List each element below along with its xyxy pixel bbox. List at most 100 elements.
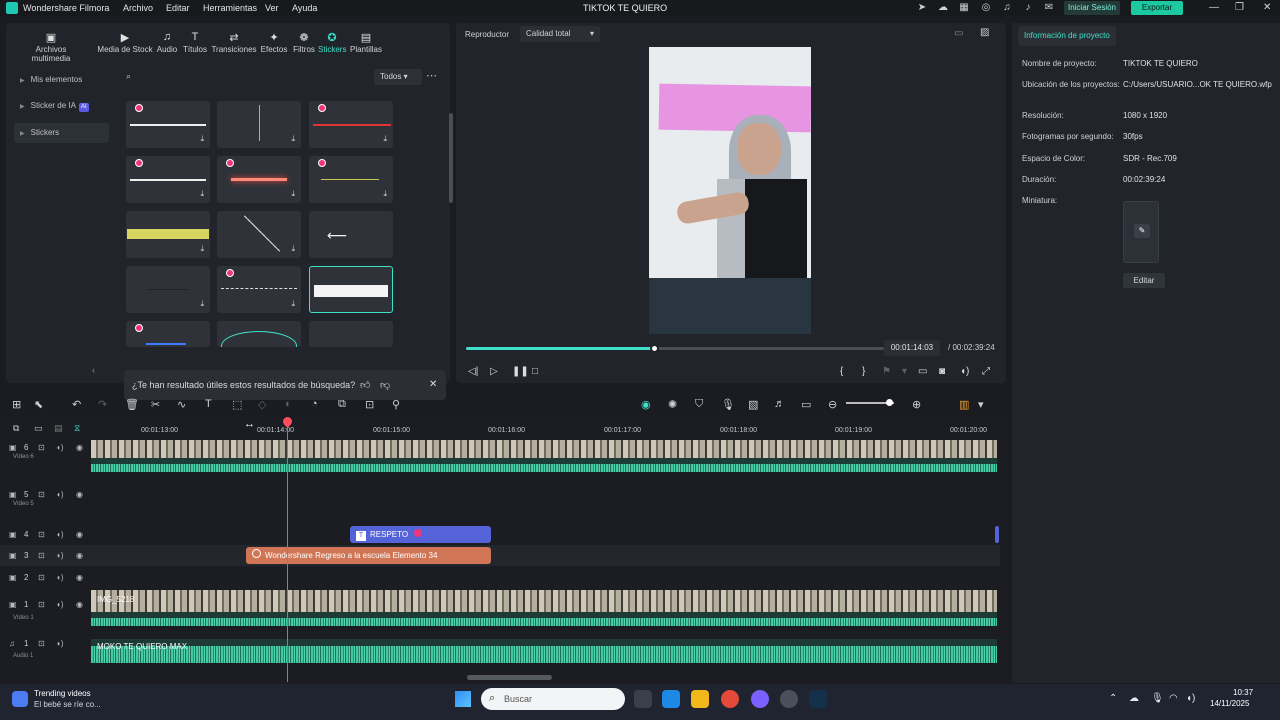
snap-icon[interactable]: ▤ — [54, 423, 63, 434]
download-icon[interactable]: ⤓ — [200, 299, 204, 309]
lock-icon[interactable]: ⊡ — [38, 443, 45, 452]
wifi-icon[interactable]: ◠ — [1169, 693, 1178, 704]
volume-icon[interactable]: ◖) — [1186, 693, 1195, 704]
zoom-out-icon[interactable]: ⊖ — [828, 398, 837, 411]
library-scrollbar[interactable] — [449, 113, 453, 203]
sticker-item[interactable]: ⤓ — [217, 156, 301, 203]
lock-icon[interactable]: ⊡ — [38, 600, 45, 609]
playback-progress-bar[interactable] — [466, 344, 884, 353]
keyframe-icon[interactable]: ◇ — [258, 398, 266, 411]
chrome-icon[interactable] — [721, 690, 739, 708]
title-clip-respeto[interactable]: T RESPETO — [350, 526, 491, 543]
sticker-item[interactable]: ⤓ — [309, 101, 393, 148]
voice-icon[interactable]: ▧ — [748, 398, 758, 411]
lock-icon[interactable]: ⊡ — [38, 530, 45, 539]
sticker-item[interactable]: ⤓ — [126, 101, 210, 148]
tab-plantillas[interactable]: ▤ Plantillas — [347, 31, 385, 54]
microphone-icon[interactable]: 🎙︎ — [721, 398, 735, 411]
pause-icon[interactable]: ❚❚ — [512, 366, 529, 377]
pencil-icon[interactable]: ✎ — [1134, 224, 1150, 238]
tab-stickers[interactable]: ✪ Stickers — [318, 31, 346, 54]
menu-editar[interactable]: Editar — [166, 3, 190, 13]
lock-icon[interactable]: ⊡ — [38, 551, 45, 560]
trending-subtitle[interactable]: El bebé se ríe co... — [34, 700, 101, 709]
camera-icon[interactable]: ◙ — [939, 366, 945, 377]
trending-title[interactable]: Trending videos — [34, 689, 91, 698]
download-icon[interactable]: ⤓ — [200, 244, 204, 254]
music-track-icon[interactable]: ♬ — [774, 398, 785, 410]
cloud-icon[interactable]: ☁ — [937, 2, 949, 14]
bulb-icon[interactable]: ◎ — [980, 2, 992, 14]
speaker-icon[interactable]: ◖) — [56, 530, 64, 539]
speed-icon[interactable]: ◔ — [311, 398, 318, 410]
sticker-item[interactable] — [309, 321, 393, 347]
crop-icon[interactable]: ⬚ — [232, 398, 242, 411]
replace-icon[interactable]: ▭ — [801, 398, 811, 411]
menu-ayuda[interactable]: Ayuda — [292, 3, 317, 13]
undo-icon[interactable]: ↶ — [72, 398, 81, 411]
edit-thumbnail-button[interactable]: Editar — [1123, 273, 1165, 288]
widgets-icon[interactable] — [662, 690, 680, 708]
sticker-item[interactable]: ⟵ — [309, 211, 393, 258]
redo-icon[interactable]: ↷ — [98, 398, 107, 411]
filmora-taskbar-icon[interactable] — [809, 690, 827, 708]
title-clip-end[interactable] — [995, 526, 999, 543]
eye-icon[interactable]: ◉ — [76, 551, 83, 560]
video-1-clip[interactable] — [91, 590, 997, 612]
speaker-icon[interactable]: ◖) — [56, 443, 64, 452]
sticker-item[interactable]: ⤓ — [217, 101, 301, 148]
export-button[interactable]: Exportar — [1131, 1, 1183, 15]
download-icon[interactable]: ⤓ — [291, 244, 295, 254]
sticker-item[interactable]: ⤓ — [126, 156, 210, 203]
audio-meter-icon[interactable]: ▥ — [959, 398, 969, 411]
filter-dropdown[interactable]: Todos ▾ — [374, 69, 422, 85]
lock-icon[interactable]: ⊡ — [38, 639, 45, 648]
sticker-item[interactable]: ⤓ — [217, 266, 301, 313]
clock-date[interactable]: 14/11/2025 — [1210, 699, 1249, 708]
speaker-icon[interactable]: ◖) — [56, 600, 64, 609]
render-icon[interactable]: ✺ — [668, 398, 677, 411]
chevron-up-icon[interactable]: ⌃ — [1109, 693, 1117, 704]
current-time[interactable]: 00:01:14:03 — [884, 340, 940, 356]
taskbar-search-input[interactable]: ⌕ Buscar — [481, 688, 625, 710]
stabilize-icon[interactable]: ⧉ — [338, 398, 346, 411]
sticker-clip-elemento[interactable]: Wondershare Regreso a la escuela Element… — [246, 547, 491, 564]
trending-video-icon[interactable] — [12, 691, 28, 707]
color-icon[interactable]: ◐ — [285, 398, 292, 410]
download-icon[interactable]: ⤓ — [291, 299, 295, 309]
select-tool-icon[interactable]: ⬉ — [34, 398, 43, 411]
sticker-item-selected[interactable] — [309, 266, 393, 313]
audio-split-icon[interactable]: ∿ — [177, 398, 186, 411]
microphone-icon[interactable]: 🎙︎ — [1151, 693, 1164, 704]
mark-out-icon[interactable]: } — [862, 366, 865, 377]
text-tool-icon[interactable]: T — [205, 398, 212, 410]
windows-start-icon[interactable] — [455, 691, 471, 707]
audio-1-clip[interactable] — [91, 639, 997, 663]
fullscreen-icon[interactable]: ⤢ — [982, 366, 990, 377]
tab-efectos[interactable]: ✦ Efectos — [260, 31, 288, 54]
add-track-icon[interactable]: ⧉ — [13, 423, 19, 434]
zoom-in-icon[interactable]: ⊕ — [912, 398, 921, 411]
speaker-icon[interactable]: ◖) — [56, 490, 64, 499]
eye-icon[interactable]: ◉ — [76, 530, 83, 539]
display-icon[interactable]: ▭ — [918, 366, 927, 377]
tab-audio[interactable]: ♫ Audio — [156, 31, 178, 54]
headset-icon[interactable]: ♫ — [1001, 2, 1013, 14]
sticker-item[interactable]: ⤓ — [126, 211, 210, 258]
zoom-slider-handle[interactable] — [886, 399, 893, 406]
mark-in-icon[interactable]: { — [840, 366, 843, 377]
download-icon[interactable]: ⤓ — [383, 134, 387, 144]
download-icon[interactable]: ⤓ — [200, 189, 204, 199]
gift-icon[interactable]: ✉ — [1043, 2, 1055, 14]
ai-toggle-icon[interactable]: ◉ — [641, 398, 651, 411]
download-icon[interactable]: ⤓ — [291, 189, 295, 199]
speaker-icon[interactable]: ◖) — [56, 551, 64, 560]
timeline-ruler[interactable]: 00:01:13:00 00:01:14:00 00:01:15:00 00:0… — [90, 418, 1006, 442]
sidebar-item-mis-elementos[interactable]: ▶ Mis elementos — [14, 70, 109, 90]
sidebar-item-sticker-ia[interactable]: ▶ Sticker de IA AI — [14, 96, 109, 116]
compare-view-icon[interactable]: ▭ — [954, 28, 963, 39]
playback-scrubber[interactable] — [650, 344, 660, 353]
marker-tool-icon[interactable]: ⛉ — [695, 398, 703, 411]
menu-archivo[interactable]: Archivo — [123, 3, 153, 13]
eye-icon[interactable]: ◉ — [76, 600, 83, 609]
